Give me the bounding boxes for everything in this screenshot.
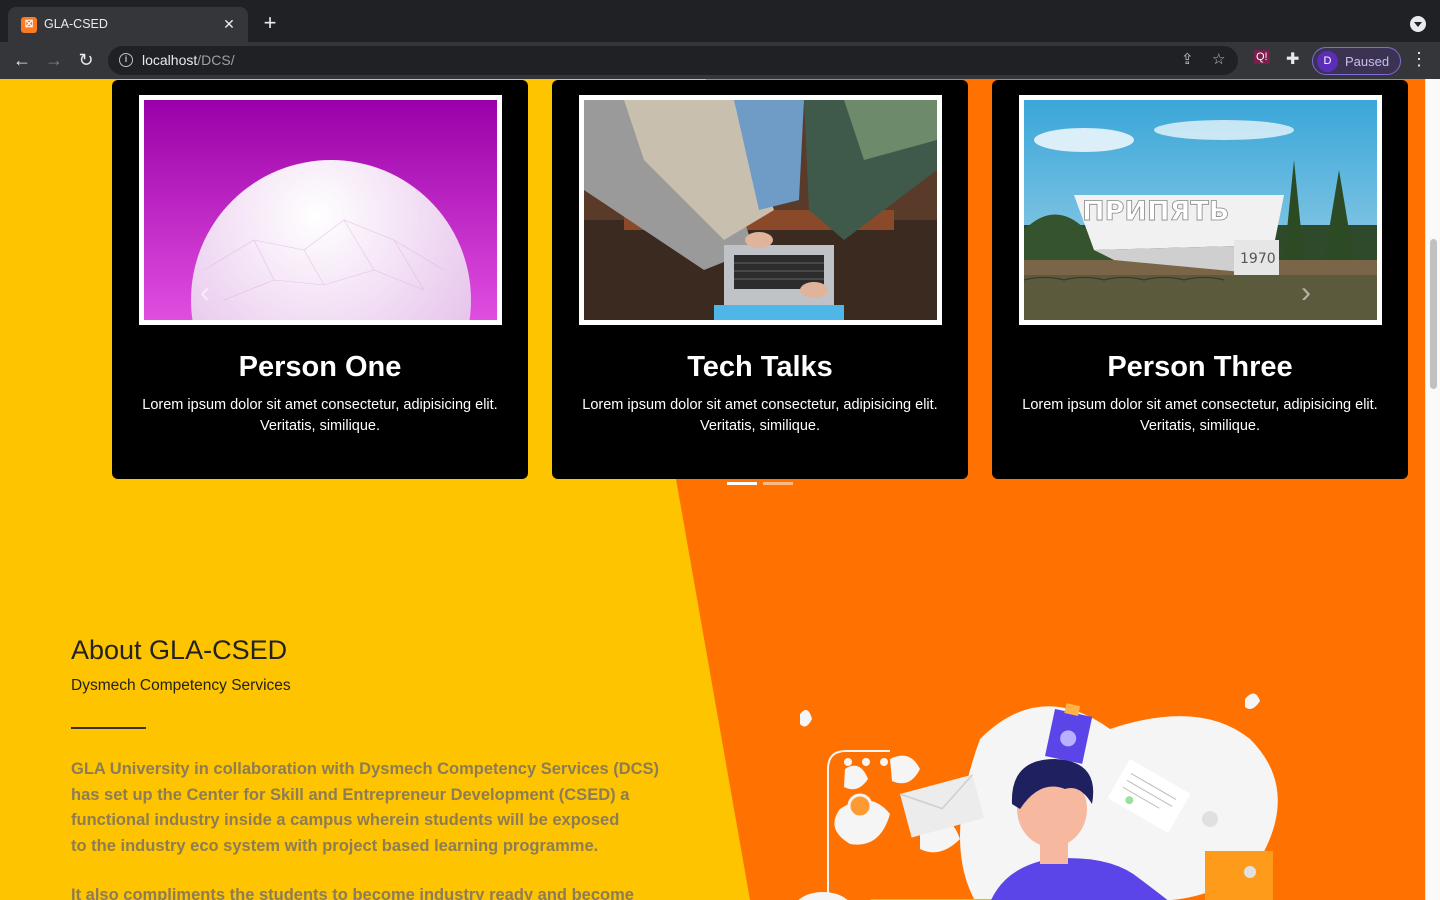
site-info-icon[interactable]: i — [119, 53, 133, 67]
bookmark-star-icon[interactable]: ☆ — [1212, 51, 1225, 69]
new-tab-icon[interactable]: + — [258, 12, 282, 34]
avatar: D — [1317, 51, 1338, 72]
share-icon[interactable]: ⇪ — [1181, 51, 1194, 69]
magenta-sphere-photo — [144, 100, 497, 320]
card-description: Lorem ipsum dolor sit amet consectetur, … — [142, 397, 498, 434]
developer-illustration — [798, 693, 1278, 900]
xampp-favicon-icon: ⛝ — [21, 17, 37, 33]
about-paragraph-line: functional industry inside a campus wher… — [71, 811, 620, 829]
reload-icon[interactable]: ↻ — [74, 48, 98, 72]
carousel-indicator-active[interactable] — [727, 482, 757, 485]
card-title: Person One — [238, 351, 402, 383]
extensions-puzzle-icon[interactable]: ✚ — [1286, 49, 1299, 69]
page-viewport: ‹ Person One Lorem ipsum dolor sit amet … — [0, 79, 1440, 900]
scrollbar-thumb[interactable] — [1430, 239, 1437, 389]
sign-year-text: 1970 — [1240, 251, 1276, 267]
browser-toolbar: ← → ↻ i localhost/DCS/ ⇪ ☆ Q! ✚ D Paused… — [0, 42, 1440, 79]
address-bar[interactable]: i localhost/DCS/ ⇪ ☆ — [108, 46, 1238, 75]
carousel-card: ‹ Person One Lorem ipsum dolor sit amet … — [112, 80, 528, 479]
card-title: Person Three — [1107, 351, 1293, 383]
chevron-left-icon[interactable]: ‹ — [200, 276, 210, 310]
card-image — [139, 95, 502, 325]
city-sign-photo: ПРИПЯТЬ 1970 — [1024, 100, 1377, 320]
card-image: ПРИПЯТЬ 1970 — [1019, 95, 1382, 325]
browser-tab-bar: ⛝ GLA-CSED ✕ + — [0, 0, 1440, 42]
about-paragraph-line: GLA University in collaboration with Dys… — [71, 760, 660, 778]
card-description: Lorem ipsum dolor sit amet consectetur, … — [1022, 397, 1378, 434]
sign-text: ПРИПЯТЬ — [1082, 196, 1229, 227]
about-paragraph-line: has set up the Center for Skill and Entr… — [71, 785, 630, 804]
about-paragraph-2: It also compliments the students to beco… — [71, 886, 634, 900]
forward-arrow-icon[interactable]: → — [42, 48, 66, 72]
browser-tab[interactable]: ⛝ GLA-CSED ✕ — [8, 7, 248, 42]
carousel-indicator[interactable] — [763, 482, 793, 485]
profile-status-label: Paused — [1345, 54, 1390, 69]
page-scrollbar[interactable] — [1425, 79, 1440, 900]
carousel-card: ПРИПЯТЬ 1970 › Person Three Lorem ipsum … — [992, 80, 1408, 479]
about-heading: About GLA-CSED — [71, 635, 288, 665]
card-title: Tech Talks — [687, 351, 833, 383]
extension-badge-icon[interactable]: Q! — [1254, 50, 1270, 64]
url-path: /DCS/ — [197, 52, 235, 68]
laptop-group-photo — [584, 100, 937, 320]
card-image — [579, 95, 942, 325]
carousel-card: Tech Talks Lorem ipsum dolor sit amet co… — [552, 80, 968, 479]
about-paragraph-line: to the industry eco system with project … — [71, 836, 599, 855]
back-arrow-icon[interactable]: ← — [10, 48, 34, 72]
chevron-right-icon[interactable]: › — [1301, 276, 1311, 310]
url-text[interactable]: localhost/DCS/ — [142, 52, 235, 68]
about-paragraph: GLA University in collaboration with Dys… — [71, 757, 711, 859]
tab-title: GLA-CSED — [44, 17, 108, 31]
tab-search-icon[interactable] — [1410, 16, 1426, 32]
about-subtitle: Dysmech Competency Services — [71, 677, 291, 694]
card-description: Lorem ipsum dolor sit amet consectetur, … — [582, 397, 938, 434]
browser-menu-icon[interactable]: ⋮ — [1410, 49, 1428, 70]
profile-button[interactable]: D Paused — [1312, 47, 1401, 75]
heading-divider — [71, 727, 146, 729]
url-host: localhost — [142, 52, 198, 68]
tab-close-icon[interactable]: ✕ — [220, 15, 238, 33]
